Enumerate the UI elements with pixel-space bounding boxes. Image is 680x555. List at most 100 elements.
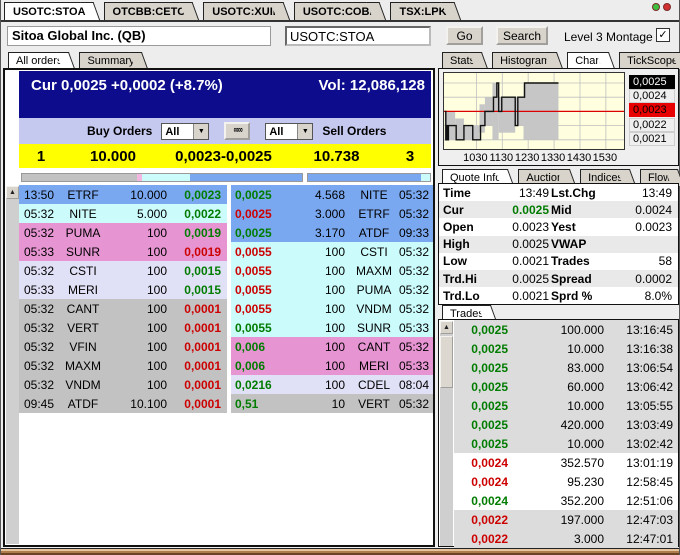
order-book-row[interactable]: 09:45ATDF10.1000,00010,5110VERT05:32 — [19, 394, 433, 413]
trade-size: 10.000 — [512, 437, 604, 451]
bid-side-row[interactable]: 09:45ATDF10.1000,0001 — [19, 394, 227, 413]
order-book-row[interactable]: 05:32CANT1000,00010,0055100VNDM05:32 — [19, 299, 433, 318]
bid-side-row[interactable]: 05:32PUMA1000,0019 — [19, 223, 227, 242]
quote-info-row: Time13:49Lst.Chg13:49 — [439, 184, 678, 201]
symbol-tab-otcbb-cetc[interactable]: OTCBB:CETC — [104, 2, 190, 20]
company-name-field: Sitoa Global Inc. (QB) — [7, 26, 271, 46]
bid-market-maker: MERI — [59, 283, 107, 297]
chart-tab-histogram[interactable]: Histogram — [492, 52, 553, 68]
bid-side-row[interactable]: 05:33SUNR1000,0019 — [19, 242, 227, 261]
level3-montage-checkbox[interactable]: ✓ — [656, 28, 670, 42]
search-button[interactable]: Search — [496, 26, 548, 45]
ask-side-row[interactable]: 0,0055100CSTI05:32 — [231, 242, 433, 261]
trade-time: 13:05:55 — [604, 399, 673, 413]
ask-side-row[interactable]: 0,0055100PUMA05:32 — [231, 280, 433, 299]
ask-side-row[interactable]: 0,0055100MAXM05:32 — [231, 261, 433, 280]
order-book-row[interactable]: 05:32VFIN1000,00010,006100CANT05:32 — [19, 337, 433, 356]
quote-value: 0.0025 — [493, 272, 551, 286]
symbol-tab-usotc-stoa[interactable]: USOTC:STOA — [4, 2, 90, 20]
bid-side-row[interactable]: 05:32CANT1000,0001 — [19, 299, 227, 318]
chart-tab-bar: Stats Histogram Chart TickScope — [442, 52, 680, 68]
link-buy-sell-button[interactable]: ∞∞ — [224, 122, 250, 140]
bid-size: 100 — [107, 283, 173, 297]
ask-time: 05:33 — [397, 359, 431, 373]
order-book-row[interactable]: 05:33SUNR1000,00190,0055100CSTI05:32 — [19, 242, 433, 261]
bid-price: 0,0015 — [173, 264, 227, 278]
ask-size: 4.568 — [289, 188, 351, 202]
order-book-row[interactable]: 05:33MERI1000,00150,0055100PUMA05:32 — [19, 280, 433, 299]
bid-time: 05:32 — [19, 226, 59, 240]
ask-side-row[interactable]: 0,0055100SUNR05:33 — [231, 318, 433, 337]
chevron-down-icon[interactable]: ▼ — [193, 124, 208, 139]
sell-filter-dropdown[interactable]: All ▼ — [265, 123, 313, 140]
trades-scrollbar[interactable]: ▲ — [440, 321, 453, 546]
price-chart-svg — [444, 73, 624, 149]
trade-time: 13:16:38 — [604, 342, 673, 356]
ask-side-row[interactable]: 0,0216100CDEL08:04 — [231, 375, 433, 394]
order-book-row[interactable]: 05:32NITE5.0000,00220,00253.000ETRF05:32 — [19, 204, 433, 223]
montage-tab-all-orders[interactable]: All orders — [8, 52, 65, 68]
ask-time: 08:04 — [397, 378, 431, 392]
order-book-row[interactable]: 05:32VERT1000,00010,0055100SUNR05:33 — [19, 318, 433, 337]
quote-value: 0.0024 — [613, 203, 674, 217]
montage-panel: Cur 0,0025 +0,0002 (+8.7%) Vol: 12,086,1… — [3, 68, 435, 547]
trade-time: 12:47:01 — [604, 532, 673, 546]
scroll-up-icon[interactable]: ▲ — [440, 321, 453, 334]
chart-tab-tickscope[interactable]: TickScope — [619, 52, 680, 68]
ask-size: 3.170 — [289, 226, 351, 240]
bid-side-row[interactable]: 13:50ETRF10.0000,0023 — [19, 185, 227, 204]
ask-market-maker: MAXM — [351, 264, 397, 278]
bid-side-row[interactable]: 05:32MAXM1000,0001 — [19, 356, 227, 375]
bid-side-row[interactable]: 05:32VFIN1000,0001 — [19, 337, 227, 356]
ask-side-row[interactable]: 0,5110VERT05:32 — [231, 394, 433, 413]
symbol-tab-usotc-cobi[interactable]: USOTC:COBI — [294, 2, 377, 20]
bid-side-row[interactable]: 05:33MERI1000,0015 — [19, 280, 227, 299]
montage-tab-summary[interactable]: Summary — [79, 52, 137, 68]
ask-side-row[interactable]: 0,00254.568NITE05:32 — [231, 185, 433, 204]
bid-side-row[interactable]: 05:32VNDM1000,0001 — [19, 375, 227, 394]
chart-panel: 103011301230133014301530 0,00250,00240,0… — [438, 68, 679, 166]
trade-price: 0,0025 — [454, 323, 512, 337]
order-book-scrollbar[interactable]: ▲ — [6, 186, 19, 544]
trade-time: 13:01:19 — [604, 456, 673, 470]
buy-filter-dropdown[interactable]: All ▼ — [161, 123, 209, 140]
symbol-input[interactable] — [285, 26, 431, 46]
bid-time: 05:32 — [19, 359, 59, 373]
buy-depth-segment-3 — [190, 174, 302, 181]
quote-value: 0.0023 — [493, 220, 551, 234]
quote-label: Time — [443, 186, 493, 200]
bid-side-row[interactable]: 05:32CSTI1000,0015 — [19, 261, 227, 280]
ask-mm-count: 3 — [389, 148, 431, 165]
current-price-summary: Cur 0,0025 +0,0002 (+8.7%) — [31, 77, 223, 94]
ask-side-row[interactable]: 0,006100MERI05:33 — [231, 356, 433, 375]
chart-y-tick-current: 0,0025 — [629, 75, 675, 89]
bid-side-row[interactable]: 05:32VERT1000,0001 — [19, 318, 227, 337]
order-book-row[interactable]: 05:32PUMA1000,00190,00253.170ATDF09:33 — [19, 223, 433, 242]
order-book-row[interactable]: 13:50ETRF10.0000,00230,00254.568NITE05:3… — [19, 185, 433, 204]
ask-side-row[interactable]: 0,006100CANT05:32 — [231, 337, 433, 356]
ask-market-maker: NITE — [351, 188, 397, 202]
chart-x-tick: 1530 — [593, 152, 617, 164]
ask-market-maker: VNDM — [351, 302, 397, 316]
trade-time: 12:47:03 — [604, 513, 673, 527]
trades-scrollbar-thumb[interactable] — [440, 336, 453, 388]
chart-tab-chart[interactable]: Chart — [567, 52, 605, 68]
trade-row: 0,002495.23012:58:45 — [454, 472, 678, 491]
order-book-row[interactable]: 05:32MAXM1000,00010,006100MERI05:33 — [19, 356, 433, 375]
bid-size: 100 — [107, 264, 173, 278]
scroll-up-icon[interactable]: ▲ — [6, 186, 19, 199]
ask-side-row[interactable]: 0,00253.170ATDF09:33 — [231, 223, 433, 242]
quote-value: 0.0021 — [493, 289, 551, 303]
trade-row: 0,002510.00013:16:38 — [454, 339, 678, 358]
ask-side-row[interactable]: 0,0055100VNDM05:32 — [231, 299, 433, 318]
ask-side-row[interactable]: 0,00253.000ETRF05:32 — [231, 204, 433, 223]
symbol-tab-tsx-lpk[interactable]: TSX:LPK — [390, 2, 450, 20]
chevron-down-icon[interactable]: ▼ — [297, 124, 312, 139]
chart-tab-stats[interactable]: Stats — [442, 52, 478, 68]
order-book-row[interactable]: 05:32CSTI1000,00150,0055100MAXM05:32 — [19, 261, 433, 280]
symbol-tab-usotc-xuii[interactable]: USOTC:XUII — [203, 2, 280, 20]
go-button[interactable]: Go — [446, 26, 483, 45]
ask-size: 100 — [289, 378, 351, 392]
order-book-row[interactable]: 05:32VNDM1000,00010,0216100CDEL08:04 — [19, 375, 433, 394]
bid-side-row[interactable]: 05:32NITE5.0000,0022 — [19, 204, 227, 223]
